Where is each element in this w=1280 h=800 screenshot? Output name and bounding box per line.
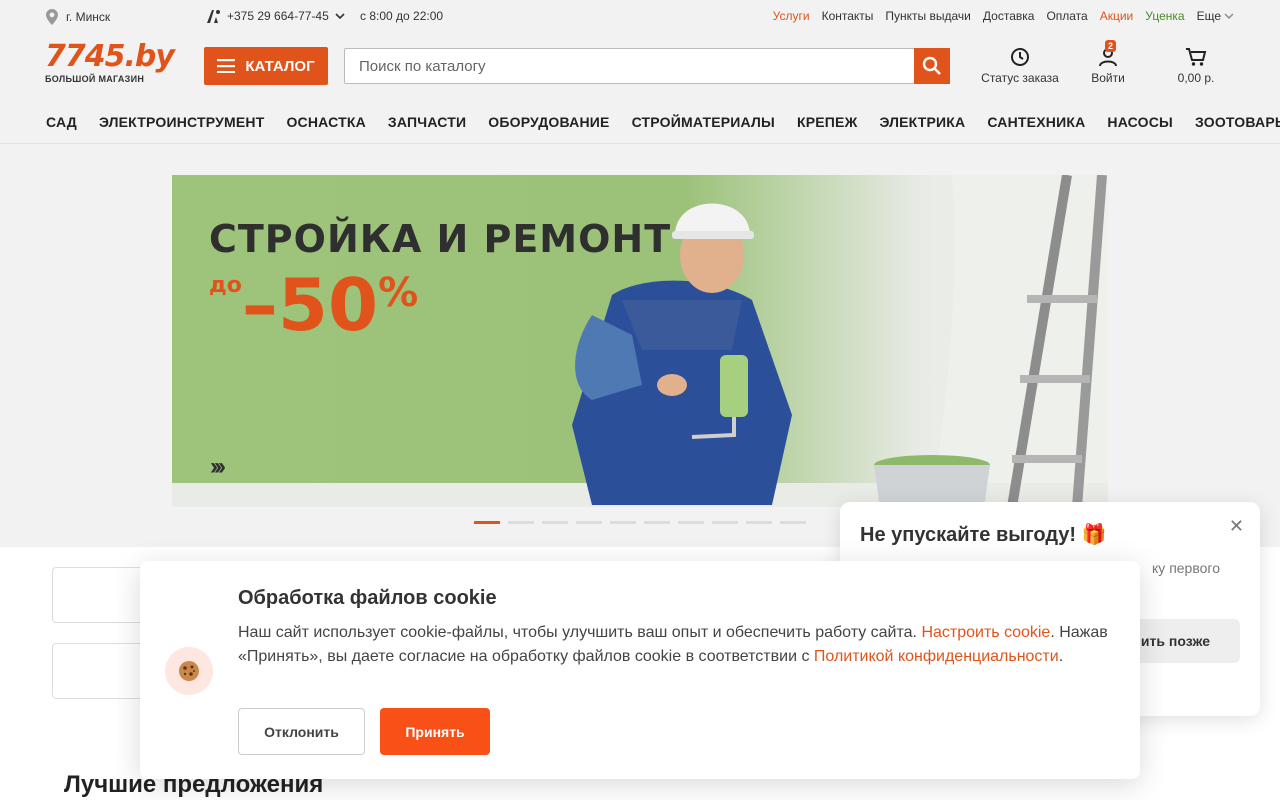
top-nav-contacts[interactable]: Контакты <box>822 9 874 23</box>
banner-discount-value: –50 <box>241 263 379 347</box>
phone-selector[interactable]: +375 29 664-77-45 <box>205 9 345 23</box>
cart-total: 0,00 р. <box>1177 71 1215 85</box>
category-equipment[interactable]: ОБОРУДОВАНИЕ <box>488 114 609 130</box>
menu-icon <box>217 59 236 73</box>
banner-arrows-icon: ››› <box>210 453 226 480</box>
carousel-dot[interactable] <box>712 521 738 524</box>
top-bar: г. Минск +375 29 664-77-45 с 8:00 до 22:… <box>0 0 1280 34</box>
cookie-icon-wrap <box>165 647 213 695</box>
carousel-dot[interactable] <box>780 521 806 524</box>
chevron-down-icon <box>335 13 345 20</box>
cart-icon <box>1186 48 1207 66</box>
order-status-label: Статус заказа <box>981 71 1059 85</box>
category-fasteners[interactable]: КРЕПЕЖ <box>797 114 857 130</box>
promo-popup-title: Не упускайте выгоду! 🎁 <box>860 524 1107 546</box>
top-nav-services[interactable]: Услуги <box>773 9 810 23</box>
privacy-policy-link[interactable]: Политикой конфиденциальности <box>814 648 1059 665</box>
carousel-dots <box>474 521 806 524</box>
cookie-settings-link[interactable]: Настроить cookie <box>921 624 1050 641</box>
carousel-dot[interactable] <box>678 521 704 524</box>
top-nav-delivery[interactable]: Доставка <box>983 9 1035 23</box>
cookie-text-part3: . <box>1058 648 1064 665</box>
feature-card[interactable] <box>52 567 152 623</box>
banner-area: СТРОЙКА И РЕМОНТ до –50 % ››› <box>0 144 1280 547</box>
cart-button[interactable]: 0,00 р. <box>1170 46 1222 85</box>
category-plumbing[interactable]: САНТЕХНИКА <box>987 114 1085 130</box>
search-button[interactable] <box>914 48 950 84</box>
carousel-dot[interactable] <box>542 521 568 524</box>
login-badge: 2 <box>1105 40 1117 52</box>
location-pin-icon <box>46 9 58 25</box>
banner-title: СТРОЙКА И РЕМОНТ <box>209 217 672 261</box>
category-spare-parts[interactable]: ЗАПЧАСТИ <box>388 114 466 130</box>
carousel-dot[interactable] <box>576 521 602 524</box>
top-nav-more-label: Еще <box>1196 9 1221 23</box>
carousel-dot[interactable] <box>746 521 772 524</box>
category-power-tools[interactable]: ЭЛЕКТРОИНСТРУМЕНТ <box>99 114 265 130</box>
cookie-text: Наш сайт использует cookie-файлы, чтобы … <box>238 621 1118 669</box>
top-nav-payment[interactable]: Оплата <box>1046 9 1087 23</box>
category-nav: САД ЭЛЕКТРОИНСТРУМЕНТ ОСНАСТКА ЗАПЧАСТИ … <box>46 114 1280 130</box>
city-selector[interactable]: г. Минск <box>46 9 110 25</box>
search-input[interactable] <box>345 49 905 83</box>
cookie-modal: Обработка файлов cookie Наш сайт использ… <box>140 561 1140 779</box>
top-nav-pickup-points[interactable]: Пункты выдачи <box>885 9 970 23</box>
search-bar <box>344 48 950 84</box>
banner-discount-sign: % <box>378 270 419 316</box>
phone-number[interactable]: +375 29 664-77-45 <box>227 9 329 23</box>
catalog-button-label: КАТАЛОГ <box>245 57 315 75</box>
login-label: Войти <box>1091 71 1125 85</box>
cookie-title: Обработка файлов cookie <box>238 587 497 609</box>
chevron-down-icon <box>1224 13 1234 19</box>
category-pet-supplies[interactable]: ЗООТОВАРЫ <box>1195 114 1280 130</box>
carousel-dot[interactable] <box>474 521 500 524</box>
category-building-materials[interactable]: СТРОЙМАТЕРИАЛЫ <box>632 114 775 130</box>
top-nav-more[interactable]: Еще <box>1197 9 1234 23</box>
catalog-button[interactable]: КАТАЛОГ <box>204 47 328 85</box>
carousel-dot[interactable] <box>508 521 534 524</box>
category-garden[interactable]: САД <box>46 114 77 130</box>
order-status-button[interactable]: Статус заказа <box>980 46 1060 85</box>
top-nav: Услуги Контакты Пункты выдачи Доставка О… <box>773 9 1234 23</box>
site-logo[interactable]: 7745.by БОЛЬШОЙ МАГАЗИН <box>45 39 175 85</box>
decline-button[interactable]: Отклонить <box>238 708 365 755</box>
logo-main: 7745.by <box>45 39 175 74</box>
working-hours: с 8:00 до 22:00 <box>360 9 444 23</box>
top-nav-promotions[interactable]: Акции <box>1100 9 1134 23</box>
city-label: г. Минск <box>66 10 111 24</box>
header: 7745.by БОЛЬШОЙ МАГАЗИН КАТАЛОГ Статус з… <box>0 34 1280 144</box>
banner-discount: до –50 % <box>209 269 418 341</box>
category-accessories[interactable]: ОСНАСТКА <box>286 114 365 130</box>
login-button[interactable]: 2 Войти <box>1083 40 1133 85</box>
phone-operator-icon <box>207 10 220 23</box>
banner-discount-prefix: до <box>209 273 242 298</box>
cookie-icon <box>179 661 199 681</box>
category-pumps[interactable]: НАСОСЫ <box>1107 114 1173 130</box>
clock-icon <box>1011 48 1029 66</box>
cookie-text-part1: Наш сайт использует cookie-файлы, чтобы … <box>238 624 922 641</box>
carousel-dot[interactable] <box>610 521 636 524</box>
carousel-dot[interactable] <box>644 521 670 524</box>
feature-card[interactable] <box>52 643 152 699</box>
close-icon[interactable]: ✕ <box>1229 516 1244 537</box>
accept-button[interactable]: Принять <box>380 708 490 755</box>
category-electrics[interactable]: ЭЛЕКТРИКА <box>879 114 965 130</box>
promo-banner[interactable]: СТРОЙКА И РЕМОНТ до –50 % ››› <box>172 175 1108 507</box>
logo-subtitle: БОЛЬШОЙ МАГАЗИН <box>45 74 145 84</box>
search-icon <box>922 56 941 75</box>
top-nav-markdown[interactable]: Уценка <box>1145 9 1184 23</box>
